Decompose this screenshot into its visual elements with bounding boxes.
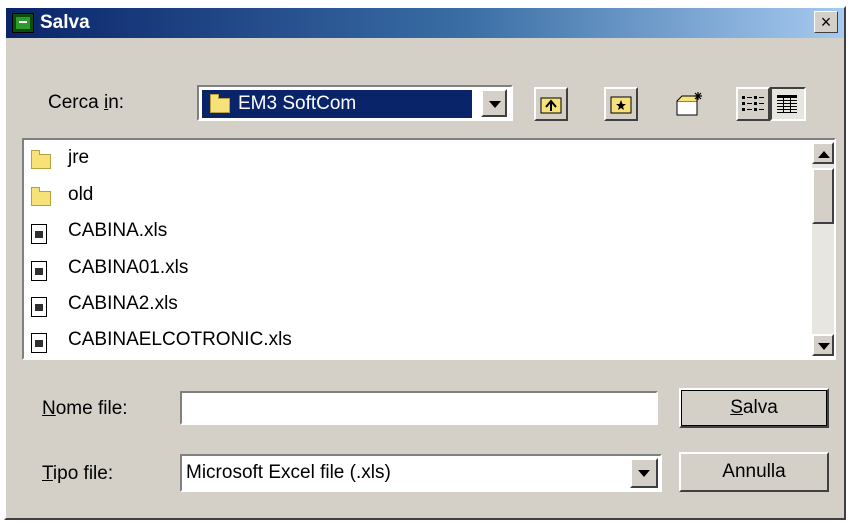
filetype-value: Microsoft Excel file (.xls) [186,462,391,483]
lookin-dropdown-button[interactable] [481,89,507,117]
file-list[interactable]: jre old CABINA.xls CABINA01.xls CABINA2.… [22,138,836,360]
details-view-button[interactable] [770,87,806,121]
vertical-scrollbar[interactable] [812,142,834,356]
excel-file-icon [31,261,47,281]
list-view-icon [742,96,764,111]
new-folder-button[interactable] [672,87,706,121]
folder-icon [210,94,230,113]
filename-input[interactable] [180,391,658,425]
new-folder-icon [676,92,702,116]
excel-file-icon [31,297,47,317]
lookin-selected: EM3 SoftCom [202,90,472,118]
details-view-icon [777,95,797,113]
home-folder-button[interactable] [604,87,638,121]
scroll-up-button[interactable] [812,142,834,164]
dialog-title: Salva [40,12,90,33]
excel-file-icon [31,333,47,353]
home-folder-icon [610,96,632,114]
up-folder-icon [540,97,562,114]
lookin-combobox[interactable]: EM3 SoftCom [197,85,513,121]
filename-label: Nome file: [42,398,128,419]
list-view-button[interactable] [736,87,770,121]
filetype-dropdown-button[interactable] [630,458,658,488]
close-icon: × [820,12,832,32]
lookin-value: EM3 SoftCom [238,93,357,114]
lookin-label: Cerca in: [48,92,125,113]
up-folder-button[interactable] [534,87,568,121]
folder-icon [31,150,51,169]
file-list-items: jre old CABINA.xls CABINA01.xls CABINA2.… [26,142,810,356]
app-icon [12,13,34,33]
cancel-button[interactable]: Annulla [679,452,829,492]
excel-file-icon [31,224,47,244]
filetype-combobox[interactable]: Microsoft Excel file (.xls) [180,454,662,492]
title-bar[interactable]: Salva × [6,8,844,38]
filetype-label: Tipo file: [42,463,114,484]
save-button[interactable]: Salva [679,388,829,428]
close-button[interactable]: × [814,11,838,33]
folder-icon [31,187,51,206]
scroll-down-button[interactable] [812,334,834,356]
scroll-thumb[interactable] [812,168,834,224]
